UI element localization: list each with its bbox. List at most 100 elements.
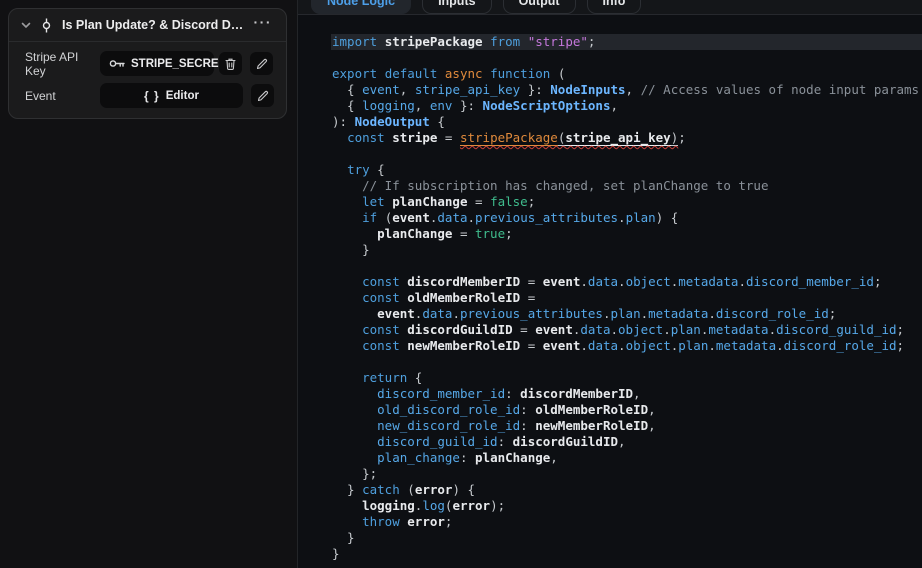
tab-node-logic[interactable]: Node Logic bbox=[311, 0, 412, 14]
code-token: data bbox=[587, 338, 619, 353]
delete-button[interactable] bbox=[219, 52, 242, 75]
edit-button[interactable] bbox=[250, 52, 273, 75]
code-token: . bbox=[618, 338, 626, 353]
code-line: const newMemberRoleID = event.data.objec… bbox=[298, 338, 922, 354]
code-token: const bbox=[362, 338, 400, 353]
code-token: log bbox=[422, 498, 445, 513]
code-token: ; bbox=[678, 130, 686, 145]
code-token: // Access values of node input params bbox=[633, 82, 920, 97]
code-token: previous_attributes bbox=[459, 306, 603, 321]
code-token: discord_role_id bbox=[715, 306, 829, 321]
code-token: previous_attributes bbox=[475, 210, 619, 225]
code-token: event bbox=[542, 274, 581, 289]
code-token: const bbox=[362, 322, 400, 337]
code-token: , bbox=[648, 402, 656, 417]
code-token: discord_guild_id bbox=[377, 434, 498, 449]
event-editor-pill[interactable]: { } Editor bbox=[100, 83, 243, 108]
code-token: planChange bbox=[377, 226, 453, 241]
code-token: , bbox=[618, 434, 626, 449]
tab-output[interactable]: Output bbox=[502, 0, 576, 14]
code-token: = bbox=[520, 274, 543, 289]
code-line: const stripe = stripePackage(stripe_api_… bbox=[298, 130, 922, 146]
code-line: const discordGuildID = event.data.object… bbox=[298, 322, 922, 338]
node-commit-icon bbox=[40, 18, 53, 33]
code-token: . bbox=[708, 338, 716, 353]
code-token: ) { bbox=[452, 482, 476, 497]
code-line: throw error; bbox=[298, 514, 922, 530]
code-token: : bbox=[497, 434, 513, 449]
code-token: object bbox=[625, 274, 671, 289]
code-token: newMemberRoleID bbox=[407, 338, 521, 353]
code-token: } bbox=[332, 546, 340, 561]
code-token: , bbox=[610, 98, 619, 113]
code-token: logging bbox=[362, 98, 415, 113]
code-editor[interactable]: import stripePackage from "stripe"; expor… bbox=[298, 15, 922, 568]
tab-info[interactable]: Info bbox=[586, 0, 642, 14]
code-token: const bbox=[347, 130, 385, 145]
code-token: object bbox=[618, 322, 664, 337]
stripe-api-key-value: STRIPE_SECRE… bbox=[131, 57, 231, 70]
code-token: discord_member_id bbox=[377, 386, 506, 401]
code-token: ; bbox=[828, 306, 837, 321]
code-token: event bbox=[535, 322, 573, 337]
code-token: throw bbox=[362, 514, 400, 529]
code-token: plan bbox=[670, 322, 701, 337]
code-token: error bbox=[452, 498, 491, 513]
code-token: { bbox=[332, 98, 363, 113]
code-token: planChange bbox=[475, 450, 551, 465]
code-line: const oldMemberRoleID = bbox=[298, 290, 922, 306]
code-token: plan bbox=[625, 210, 656, 225]
code-token: event bbox=[362, 82, 400, 97]
code-token: data bbox=[580, 322, 611, 337]
edit-button[interactable] bbox=[251, 84, 274, 107]
code-token: metadata bbox=[648, 306, 709, 321]
node-title: Is Plan Update? & Discord D… bbox=[62, 18, 243, 32]
code-token: ( bbox=[399, 482, 415, 497]
braces-icon: { } bbox=[144, 88, 160, 103]
code-lines: import stripePackage from "stripe"; expor… bbox=[298, 34, 922, 562]
code-token: . bbox=[602, 306, 611, 321]
code-token: ): bbox=[332, 114, 355, 129]
collapse-chevron-down-icon[interactable] bbox=[21, 22, 31, 29]
code-token: = bbox=[452, 226, 475, 241]
code-token: error bbox=[407, 514, 445, 529]
tab-inputs[interactable]: Inputs bbox=[422, 0, 492, 14]
node-menu-ellipsis-icon[interactable]: ··· bbox=[252, 15, 275, 35]
code-token: . bbox=[708, 306, 716, 321]
code-token: : bbox=[520, 402, 536, 417]
code-token: stripe bbox=[392, 130, 438, 145]
code-token: metadata bbox=[678, 274, 739, 289]
code-token: NodeInputs bbox=[550, 82, 626, 97]
code-editor-panel: Node Logic Inputs Output Info import stripe… bbox=[297, 0, 922, 568]
code-line: }; bbox=[298, 466, 922, 482]
code-line: old_discord_role_id: oldMemberRoleID, bbox=[298, 402, 922, 418]
code-token: , bbox=[633, 386, 641, 401]
code-token: event bbox=[377, 306, 415, 321]
code-token: discordMemberID bbox=[407, 274, 521, 289]
code-token: plan bbox=[610, 306, 641, 321]
code-token: NodeOutput bbox=[354, 114, 430, 129]
pencil-icon bbox=[256, 58, 268, 70]
code-token: ( bbox=[377, 210, 393, 225]
code-token: ; bbox=[505, 226, 513, 241]
code-token: : bbox=[520, 418, 536, 433]
code-token: catch bbox=[362, 482, 400, 497]
code-token: true bbox=[475, 226, 506, 241]
stripe-api-key-value-pill[interactable]: STRIPE_SECRE… bbox=[100, 51, 230, 76]
code-token: , bbox=[648, 418, 656, 433]
event-editor-label: Editor bbox=[165, 89, 199, 102]
code-token: default bbox=[384, 66, 438, 81]
code-line: ): NodeOutput { bbox=[298, 114, 922, 130]
